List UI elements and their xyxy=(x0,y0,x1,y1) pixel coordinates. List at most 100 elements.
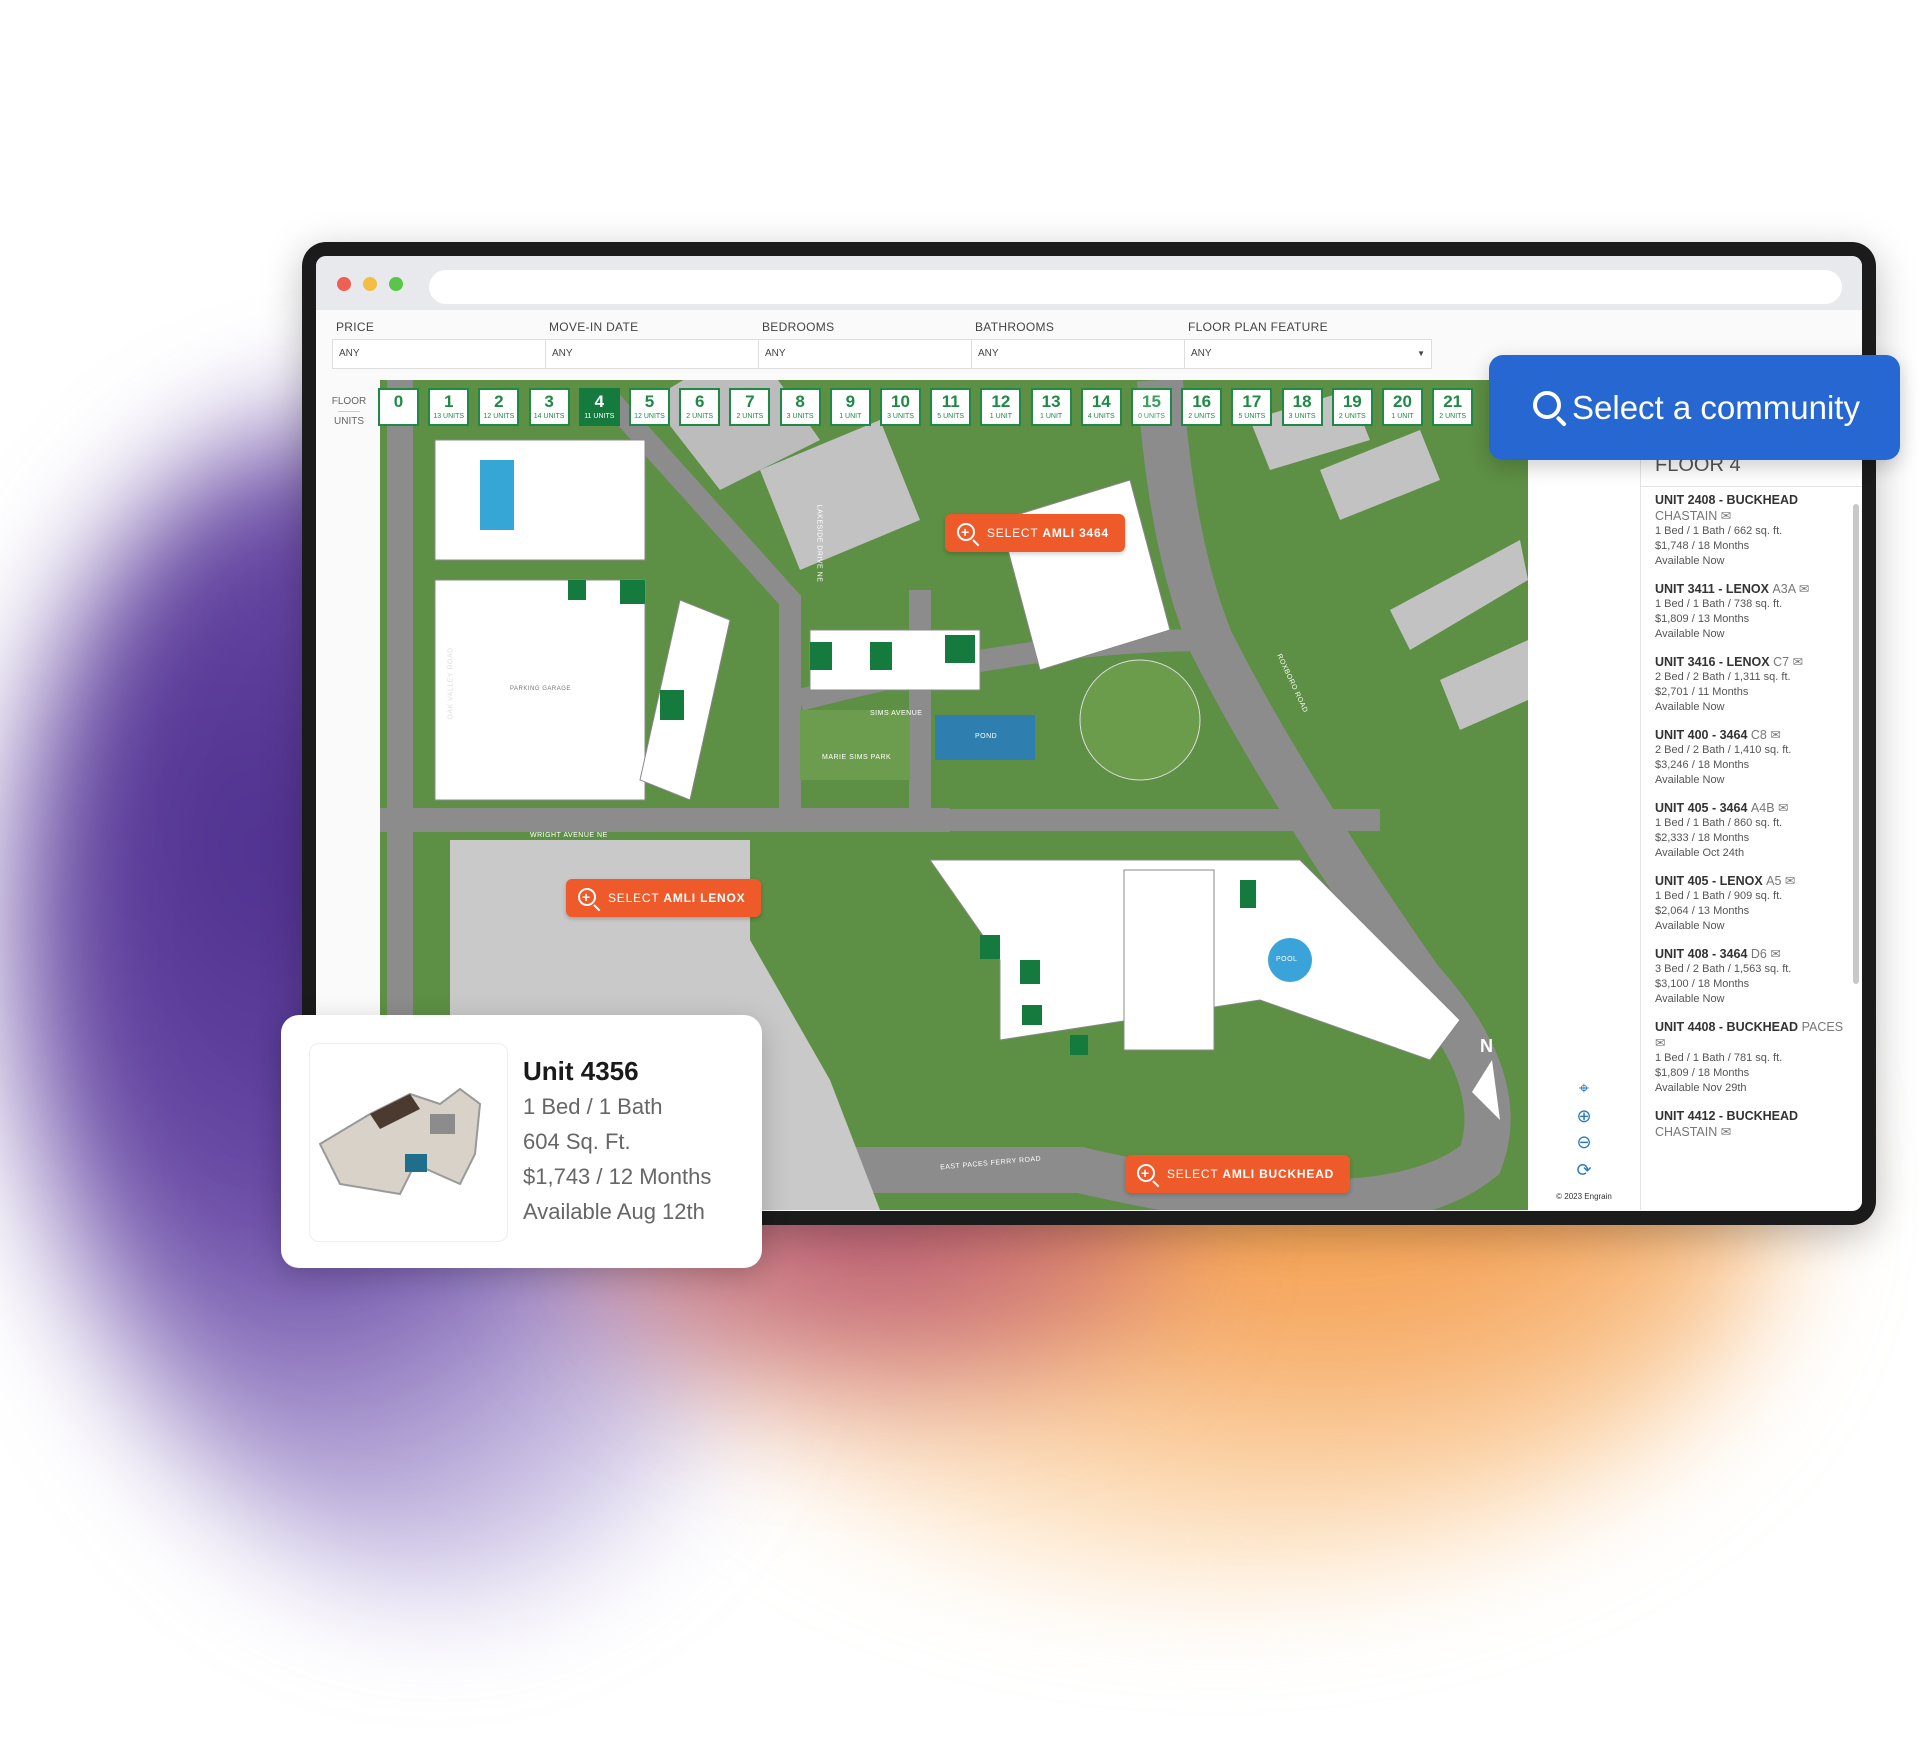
floor-number: 16 xyxy=(1192,392,1212,411)
floor-button-16[interactable]: 16 2 UNITS xyxy=(1181,388,1223,426)
filter-floor-plan-feature: FLOOR PLAN FEATURE ANY ▼ xyxy=(1184,320,1432,369)
unit-list-item[interactable]: UNIT 2408 - BUCKHEAD CHASTAIN ✉ 1 Bed / 1… xyxy=(1655,492,1845,569)
zoom-out-icon[interactable]: ⊖ xyxy=(1528,1132,1640,1153)
select-community-button[interactable]: Select a community xyxy=(1489,355,1900,460)
location-icon[interactable]: ⌖ xyxy=(1528,1078,1640,1099)
maximize-window-dot[interactable] xyxy=(389,277,403,291)
floor-button-9[interactable]: 9 1 UNIT xyxy=(829,388,871,426)
unit-details: 1 Bed / 1 Bath / 738 sq. ft. xyxy=(1655,598,1783,610)
close-window-dot[interactable] xyxy=(337,277,351,291)
price-select-value: ANY xyxy=(339,348,360,359)
floor-number: 18 xyxy=(1292,392,1312,411)
unit-list-item[interactable]: UNIT 405 - 3464 A4B ✉ 1 Bed / 1 Bath / 86… xyxy=(1655,800,1845,861)
price-select[interactable]: ANY▼ xyxy=(332,339,580,369)
filter-bedrooms-label: BEDROOMS xyxy=(762,320,835,334)
available-unit[interactable] xyxy=(620,580,645,604)
minimize-window-dot[interactable] xyxy=(363,277,377,291)
floor-button-14[interactable]: 14 4 UNITS xyxy=(1080,388,1122,426)
floor-button-0[interactable]: 0 xyxy=(378,388,419,426)
floor-button-4[interactable]: 4 11 UNITS xyxy=(578,388,620,426)
floor-plan-feature-select[interactable]: ANY ▼ xyxy=(1184,339,1432,369)
floor-plan-icon: ✉ xyxy=(1717,1125,1732,1139)
available-unit[interactable] xyxy=(870,642,892,670)
zoom-in-magnifier-icon xyxy=(957,513,975,551)
floor-button-17[interactable]: 17 5 UNITS xyxy=(1231,388,1273,426)
unit-availability: Available Now xyxy=(1655,555,1725,567)
available-unit[interactable] xyxy=(1070,1035,1088,1055)
available-unit[interactable] xyxy=(1240,880,1256,908)
floor-button-11[interactable]: 11 5 UNITS xyxy=(930,388,972,426)
select-amli-3464-button[interactable]: SELECT AMLI 3464 xyxy=(945,513,1125,552)
floor-number: 0 xyxy=(393,392,404,411)
unit-title-text: UNIT 405 - 3464 xyxy=(1655,801,1748,815)
floor-button-3[interactable]: 3 14 UNITS xyxy=(528,388,570,426)
floor-button-13[interactable]: 13 1 UNIT xyxy=(1030,388,1072,426)
floor-number: 21 xyxy=(1443,392,1463,411)
unit-list-item[interactable]: UNIT 3411 - LENOX A3A ✉ 1 Bed / 1 Bath / … xyxy=(1655,581,1845,642)
pill-prefix: SELECT xyxy=(987,526,1039,540)
unit-title-text: UNIT 3416 - LENOX xyxy=(1655,655,1770,669)
available-unit[interactable] xyxy=(660,690,684,720)
unit-title-text: UNIT 400 - 3464 xyxy=(1655,728,1748,742)
unit-list-item[interactable]: UNIT 4412 - BUCKHEAD CHASTAIN ✉ xyxy=(1655,1108,1845,1140)
floor-number: 9 xyxy=(845,392,856,411)
floor-button-19[interactable]: 19 2 UNITS xyxy=(1331,388,1373,426)
unit-plan-name: A5 xyxy=(1766,874,1782,888)
available-unit[interactable] xyxy=(1022,1005,1042,1025)
marie-sims-park xyxy=(800,710,910,780)
unit-plan-name: CHASTAIN xyxy=(1655,509,1718,523)
unit-title: UNIT 3416 - LENOX C7 ✉ xyxy=(1655,654,1845,670)
unit-list-item[interactable]: UNIT 408 - 3464 D6 ✉ 3 Bed / 2 Bath / 1,5… xyxy=(1655,946,1845,1007)
filter-bedrooms: BEDROOMS ANY▼ xyxy=(758,320,1006,369)
floor-number: 14 xyxy=(1091,392,1111,411)
unit-title: UNIT 4412 - BUCKHEAD CHASTAIN ✉ xyxy=(1655,1108,1845,1140)
floor-button-5[interactable]: 5 12 UNITS xyxy=(629,388,670,426)
units-label-text: UNITS xyxy=(334,416,364,427)
unit-availability: Available Now xyxy=(1655,701,1725,713)
unit-card-beds-baths: 1 Bed / 1 Bath xyxy=(523,1094,663,1119)
available-unit[interactable] xyxy=(1020,960,1040,984)
floor-unit-count: 4 UNITS xyxy=(1087,413,1115,420)
floor-button-21[interactable]: 21 2 UNITS xyxy=(1432,388,1474,426)
bedrooms-select[interactable]: ANY▼ xyxy=(758,339,1006,369)
floor-plan-3d-image xyxy=(309,1043,508,1242)
pill-prefix: SELECT xyxy=(1167,1167,1219,1181)
select-amli-lenox-button[interactable]: SELECT AMLI LENOX xyxy=(566,878,762,917)
floor-button-10[interactable]: 10 3 UNITS xyxy=(880,388,921,426)
floor-button-20[interactable]: 20 1 UNIT xyxy=(1382,388,1423,426)
unit-list-scrollbar[interactable] xyxy=(1853,504,1859,984)
street-label-oak-valley: OAK VALLEY ROAD xyxy=(447,647,455,720)
floor-button-2[interactable]: 2 12 UNITS xyxy=(478,388,520,426)
zoom-in-icon[interactable]: ⊕ xyxy=(1528,1106,1640,1127)
map-copyright: © 2023 Engrain xyxy=(1556,1192,1612,1201)
unit-list-item[interactable]: UNIT 3416 - LENOX C7 ✉ 2 Bed / 2 Bath / 1… xyxy=(1655,654,1845,715)
floor-button-12[interactable]: 12 1 UNIT xyxy=(980,388,1022,426)
unit-list-item[interactable]: UNIT 405 - LENOX A5 ✉ 1 Bed / 1 Bath / 90… xyxy=(1655,873,1845,934)
address-bar[interactable] xyxy=(429,270,1842,304)
available-unit[interactable] xyxy=(945,635,975,663)
move-in-date-select[interactable]: ANY▼ xyxy=(545,339,793,369)
unit-detail-card[interactable]: Unit 4356 1 Bed / 1 Bath 604 Sq. Ft. $1,… xyxy=(281,1015,762,1268)
floor-number: 8 xyxy=(795,392,805,411)
floor-button-18[interactable]: 18 3 UNITS xyxy=(1281,388,1323,426)
available-unit[interactable] xyxy=(810,642,832,670)
unit-availability: Available Oct 24th xyxy=(1655,847,1745,859)
unit-list-item[interactable]: UNIT 4408 - BUCKHEAD PACES ✉ 1 Bed / 1 Ba… xyxy=(1655,1019,1845,1096)
bathrooms-select[interactable]: ANY▼ xyxy=(971,339,1219,369)
filter-bathrooms-label: BATHROOMS xyxy=(975,320,1055,334)
floor-button-8[interactable]: 8 3 UNITS xyxy=(779,388,821,426)
unit-details: 2 Bed / 2 Bath / 1,311 sq. ft. xyxy=(1655,671,1791,683)
select-amli-buckhead-button[interactable]: SELECT AMLI BUCKHEAD xyxy=(1125,1154,1351,1193)
floor-button-1[interactable]: 1 13 UNITS xyxy=(428,388,470,426)
reset-icon[interactable]: ⟳ xyxy=(1528,1160,1640,1181)
unit-card-title: Unit 4356 xyxy=(523,1056,639,1086)
floor-number: 10 xyxy=(891,392,910,411)
unit-price: $1,809 / 13 Months xyxy=(1655,613,1750,625)
unit-list-item[interactable]: UNIT 400 - 3464 C8 ✉ 2 Bed / 2 Bath / 1,4… xyxy=(1655,727,1845,788)
available-unit[interactable] xyxy=(568,580,586,600)
available-unit[interactable] xyxy=(980,935,1000,959)
unit-card-info: Unit 4356 1 Bed / 1 Bath 604 Sq. Ft. $1,… xyxy=(523,1053,711,1229)
floor-button-7[interactable]: 7 2 UNITS xyxy=(729,388,771,426)
floor-button-15[interactable]: 15 0 UNITS xyxy=(1131,388,1172,426)
floor-button-6[interactable]: 6 2 UNITS xyxy=(679,388,721,426)
